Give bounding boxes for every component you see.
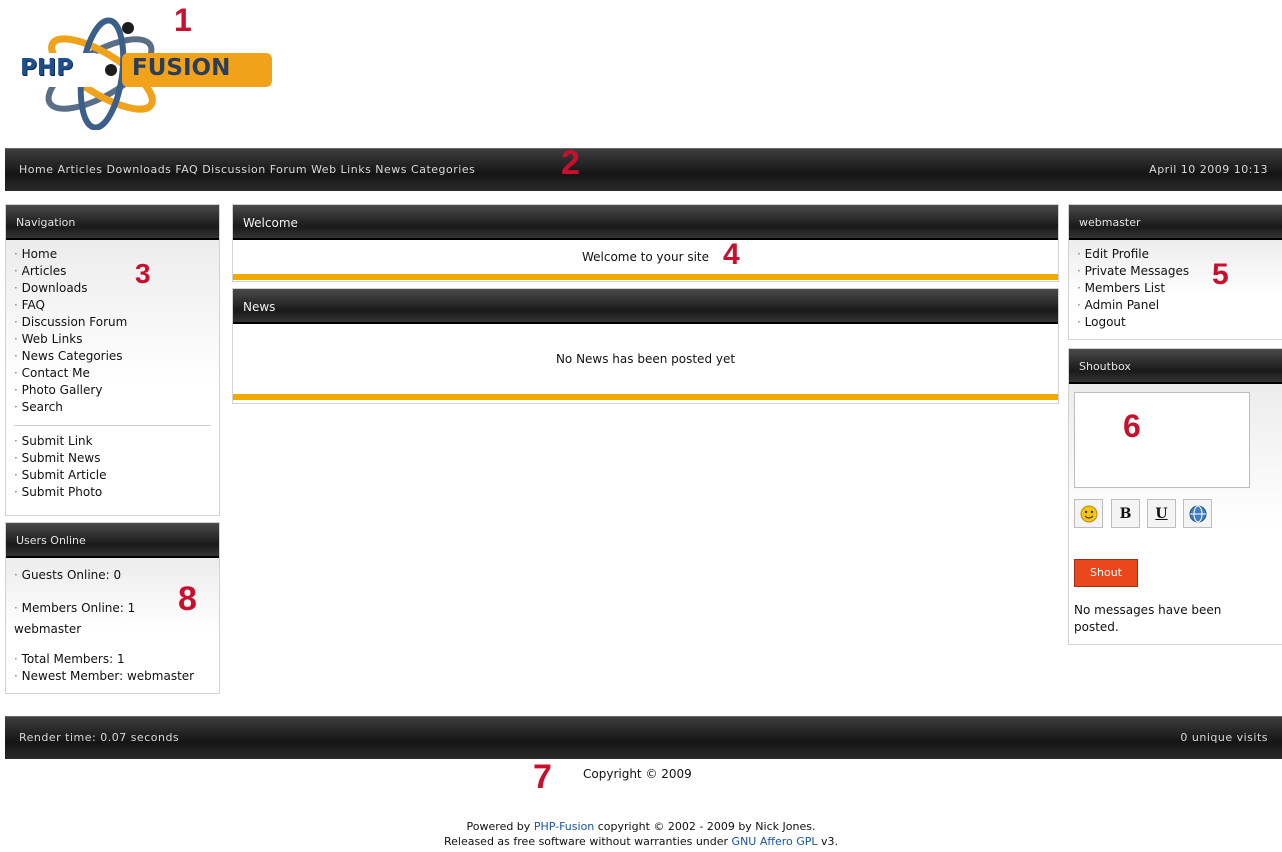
welcome-panel: Welcome Welcome to your site <box>232 204 1059 282</box>
powered-prefix: Powered by <box>466 820 534 833</box>
footer-bar: Render time: 0.07 seconds 0 unique visit… <box>5 716 1282 759</box>
nav-link[interactable]: Discussion Forum <box>14 314 211 331</box>
marker-2: 2 <box>561 144 580 182</box>
news-text: No News has been posted yet <box>555 352 736 366</box>
released-prefix: Released as free software without warran… <box>443 835 732 848</box>
nav-link[interactable]: FAQ <box>14 297 211 314</box>
logout-link[interactable]: Logout <box>1077 314 1274 331</box>
released-suffix: v3. <box>817 835 839 848</box>
nav-link[interactable]: Contact Me <box>14 365 211 382</box>
site-logo[interactable]: PHP FUSION <box>10 8 275 130</box>
shout-button[interactable]: Shout <box>1074 559 1138 587</box>
user-panel-list: Edit Profile Private Messages Members Li… <box>1069 240 1282 335</box>
newest-member[interactable]: Newest Member: webmaster <box>14 668 211 685</box>
nav-link[interactable]: Search <box>14 399 211 416</box>
user-panel: webmaster Edit Profile Private Messages … <box>1068 204 1282 340</box>
welcome-header: Welcome <box>233 205 1058 240</box>
nav-link[interactable]: Web Links <box>14 331 211 348</box>
nav-link[interactable]: News Categories <box>14 348 211 365</box>
user-panel-header: webmaster <box>1069 205 1282 240</box>
nav-link[interactable]: Downloads <box>14 280 211 297</box>
submit-link[interactable]: Submit Link <box>14 433 211 450</box>
submit-link[interactable]: Submit News <box>14 450 211 467</box>
shoutbox-panel: Shoutbox B U Shout No messages have been… <box>1068 348 1282 645</box>
nav-link[interactable]: Photo Gallery <box>14 382 211 399</box>
underline-label: U <box>1155 505 1168 522</box>
admin-panel-link[interactable]: Admin Panel <box>1077 297 1274 314</box>
shoutbox-body: B U Shout No messages have been posted. <box>1069 384 1282 644</box>
marker-1: 1 <box>174 2 192 38</box>
logo-text-left: PHP <box>20 55 73 81</box>
users-online-header: Users Online <box>6 523 219 558</box>
user-panel-body: Edit Profile Private Messages Members Li… <box>1069 240 1282 339</box>
online-member-name[interactable]: webmaster <box>6 621 219 637</box>
news-panel: News No News has been posted yet <box>232 288 1059 404</box>
copyright-text: Copyright © 2009 <box>583 767 692 781</box>
render-time: Render time: 0.07 seconds <box>19 731 180 744</box>
news-title: News <box>243 300 276 314</box>
marker-8: 8 <box>178 580 197 618</box>
submit-link[interactable]: Submit Photo <box>14 484 211 501</box>
users-online-title: Users Online <box>16 534 86 547</box>
top-date: April 10 2009 10:13 <box>1149 163 1268 176</box>
shoutbox-header: Shoutbox <box>1069 349 1282 384</box>
marker-6: 6 <box>1123 408 1141 444</box>
navigation-panel-header: Navigation <box>6 205 219 240</box>
navigation-panel-title: Navigation <box>16 216 76 229</box>
private-messages-link[interactable]: Private Messages <box>1077 263 1274 280</box>
marker-7: 7 <box>533 758 552 796</box>
navigation-panel: Navigation Home Articles Downloads FAQ D… <box>5 204 220 516</box>
license-line: Released as free software without warran… <box>0 835 1282 849</box>
news-header: News <box>233 289 1058 324</box>
bold-label: B <box>1119 505 1132 522</box>
smiley-button[interactable] <box>1074 499 1103 528</box>
submit-link[interactable]: Submit Article <box>14 467 211 484</box>
news-accent-bar <box>233 394 1058 400</box>
edit-profile-link[interactable]: Edit Profile <box>1077 246 1274 263</box>
welcome-text: Welcome to your site <box>581 250 710 264</box>
user-panel-title: webmaster <box>1079 216 1141 229</box>
members-list-link[interactable]: Members List <box>1077 280 1274 297</box>
shoutbox-title: Shoutbox <box>1079 360 1131 373</box>
marker-4: 4 <box>723 238 740 271</box>
nav-link[interactable]: Home <box>14 246 211 263</box>
marker-5: 5 <box>1212 258 1229 291</box>
shoutbox-empty-text: No messages have been posted. <box>1074 603 1222 634</box>
bold-button[interactable]: B <box>1111 499 1140 528</box>
welcome-title: Welcome <box>243 216 298 230</box>
total-members: Total Members: 1 <box>14 651 211 668</box>
smiley-icon <box>1080 505 1097 522</box>
navigation-panel-body: Home Articles Downloads FAQ Discussion F… <box>6 240 219 505</box>
nav-link[interactable]: Articles <box>14 263 211 280</box>
top-navigation-bar: Home Articles Downloads FAQ Discussion F… <box>5 148 1282 191</box>
member-stats-list: Total Members: 1 Newest Member: webmaste… <box>6 637 219 689</box>
unique-visits: 0 unique visits <box>1180 731 1268 744</box>
navigation-list: Home Articles Downloads FAQ Discussion F… <box>6 240 219 420</box>
link-button[interactable] <box>1183 499 1212 528</box>
gnu-agpl-link[interactable]: GNU Affero GPL <box>732 835 818 848</box>
powered-by-line: Powered by PHP-Fusion copyright © 2002 -… <box>0 820 1282 834</box>
welcome-accent-bar <box>233 274 1058 280</box>
top-nav-links[interactable]: Home Articles Downloads FAQ Discussion F… <box>19 163 475 176</box>
link-icon <box>1189 505 1206 522</box>
underline-button[interactable]: U <box>1147 499 1176 528</box>
shout-message-textarea[interactable] <box>1074 392 1250 488</box>
users-online-body: Guests Online: 0 Members Online: 1 webma… <box>6 558 219 693</box>
marker-3: 3 <box>135 258 151 289</box>
php-fusion-link[interactable]: PHP-Fusion <box>534 820 594 833</box>
nav-divider <box>14 425 211 426</box>
logo-text-right: FUSION <box>132 55 231 81</box>
powered-suffix: copyright © 2002 - 2009 by Nick Jones. <box>594 820 816 833</box>
submit-list: Submit Link Submit News Submit Article S… <box>6 433 219 505</box>
